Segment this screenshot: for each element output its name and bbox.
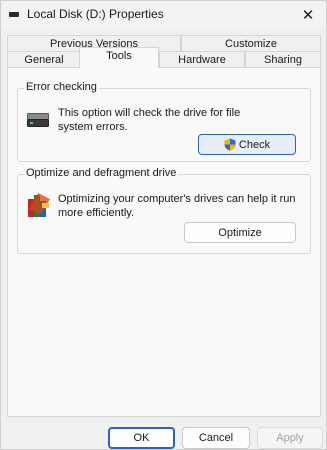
tab-general[interactable]: General [7,51,81,67]
title-bar: Local Disk (D:) Properties ✕ [1,1,326,29]
window-title: Local Disk (D:) Properties [27,7,164,21]
tab-sharing[interactable]: Sharing [245,51,321,67]
error-checking-description: This option will check the drive for fil… [58,106,240,134]
optimize-legend: Optimize and defragment drive [24,167,179,179]
optimize-desc-line2: more efficiently. [58,207,135,219]
error-checking-desc-line2: system errors. [58,121,128,133]
optimize-group: Optimize and defragment drive Optimizing… [17,167,311,254]
drive-icon [27,113,49,130]
properties-window: Local Disk (D:) Properties ✕ Previous Ve… [0,0,327,450]
error-checking-group: Error checking This option will check th… [17,81,311,162]
check-button-label: Check [238,138,271,151]
tools-panel: Error checking This option will check th… [7,67,321,417]
cancel-button[interactable]: Cancel [182,427,250,449]
tab-tools[interactable]: Tools [79,47,159,68]
apply-button[interactable]: Apply [257,427,323,449]
drive-title-icon [9,12,19,17]
tab-customize[interactable]: Customize [181,35,321,51]
tab-hardware[interactable]: Hardware [159,51,245,67]
optimize-description: Optimizing your computer's drives can he… [58,192,295,220]
optimize-button[interactable]: Optimize [184,222,296,243]
error-checking-desc-line1: This option will check the drive for fil… [58,107,241,119]
error-checking-legend: Error checking [24,81,99,93]
close-button[interactable]: ✕ [290,1,326,29]
optimize-desc-line1: Optimizing your computer's drives can he… [58,193,296,205]
uac-shield-icon [224,138,236,151]
ok-button[interactable]: OK [108,427,175,449]
check-button[interactable]: Check [198,134,296,155]
defrag-icon [26,191,52,222]
